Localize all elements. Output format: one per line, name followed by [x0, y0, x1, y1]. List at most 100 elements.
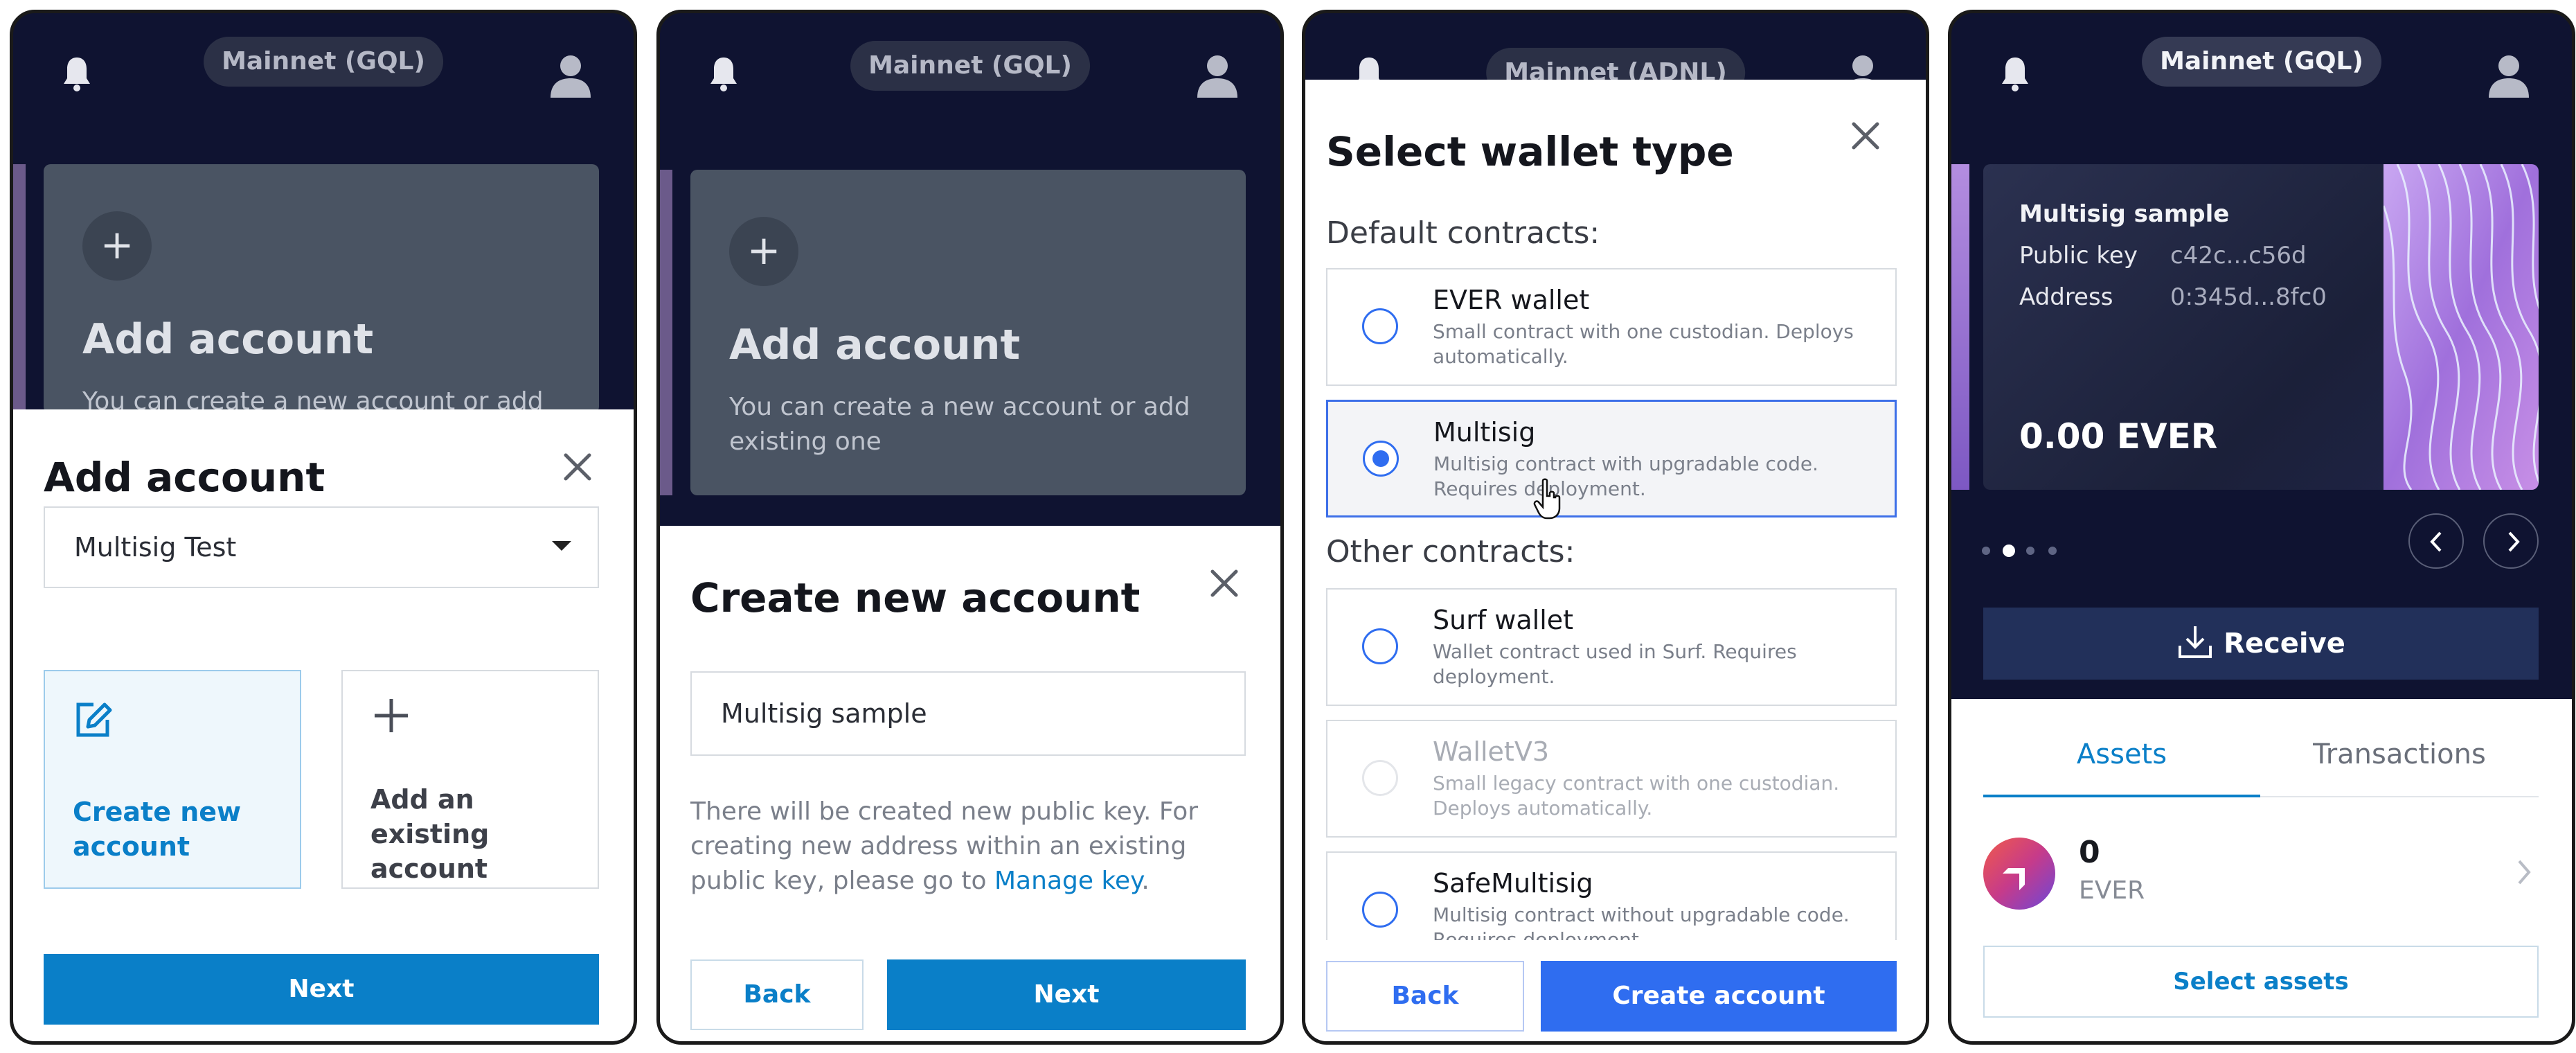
back-button[interactable]: Back — [690, 959, 864, 1030]
close-icon[interactable] — [560, 450, 595, 484]
wallet-option-multisig[interactable]: Multisig Multisig contract with upgradab… — [1326, 400, 1897, 520]
wallet-option-surf[interactable]: Surf wallet Wallet contract used in Surf… — [1326, 588, 1897, 706]
next-button[interactable]: Next — [887, 959, 1246, 1030]
create-account-button[interactable]: Create account — [1541, 961, 1897, 1032]
card-edge — [13, 164, 26, 414]
manage-key-link[interactable]: Manage key — [994, 867, 1141, 895]
wallet-description: Small contract with one custodian. Deplo… — [1433, 320, 1854, 368]
chevron-right-icon — [2518, 860, 2531, 885]
screen-create-account: Mainnet (GQL) + Add account You can crea… — [656, 10, 1284, 1045]
radio-button[interactable] — [1362, 308, 1398, 344]
sheet-title: Create new account — [690, 574, 1141, 621]
radio-button[interactable] — [1362, 892, 1398, 928]
wallet-name: SafeMultisig — [1433, 868, 1593, 899]
tab-transactions[interactable]: Transactions — [2260, 720, 2539, 797]
plus-icon: + — [729, 217, 798, 286]
card-text: You can create a new account or add exis… — [729, 393, 1190, 456]
select-assets-button[interactable]: Select assets — [1983, 946, 2539, 1018]
receive-button[interactable]: Receive — [1983, 608, 2539, 680]
card-edge — [660, 170, 672, 495]
sheet-title: Add account — [44, 454, 325, 501]
chevron-left-icon — [2430, 531, 2442, 552]
radio-button-selected[interactable] — [1363, 441, 1399, 477]
top-bar: Mainnet (GQL) — [660, 13, 1280, 138]
radio-dot — [1372, 450, 1389, 467]
previous-card-edge[interactable] — [1951, 164, 1969, 490]
network-selector[interactable]: Mainnet (GQL) — [2142, 37, 2381, 87]
profile-icon[interactable] — [2487, 53, 2530, 99]
card-artwork — [2383, 164, 2539, 490]
select-wallet-sheet: Select wallet type Default contracts: EV… — [1305, 80, 1926, 1041]
carousel-dot[interactable] — [2026, 547, 2034, 555]
plus-icon — [375, 699, 408, 732]
close-icon[interactable] — [1207, 566, 1242, 601]
screen-add-account: Mainnet (GQL) + Add account You can crea… — [10, 10, 637, 1045]
card-title: Add account — [82, 315, 374, 364]
wallet-name: EVER wallet — [1433, 285, 1590, 315]
add-existing-account-label: Add an existing account — [370, 784, 490, 884]
top-bar: Mainnet (GQL) — [1951, 13, 2572, 138]
close-icon[interactable] — [1848, 118, 1883, 153]
radio-button-disabled — [1362, 760, 1398, 796]
wallet-description: Wallet contract used in Surf. Requires d… — [1433, 640, 1797, 688]
network-selector[interactable]: Mainnet (GQL) — [204, 37, 443, 87]
asset-amount: 0 — [2079, 835, 2100, 870]
profile-icon[interactable] — [549, 53, 592, 99]
carousel-dot[interactable] — [1982, 547, 1990, 555]
create-new-account-option[interactable]: Create new account — [44, 670, 301, 889]
sheet-title: Select wallet type — [1326, 128, 1734, 175]
top-bar: Mainnet (GQL) — [13, 13, 634, 138]
cursor-icon — [1533, 478, 1561, 520]
wallet-description: Multisig contract with upgradable code. … — [1433, 452, 1818, 500]
address-label: Address — [2019, 283, 2113, 311]
balance: 0.00 EVER — [2019, 416, 2218, 457]
add-account-card[interactable]: + Add account You can create a new accou… — [690, 170, 1246, 495]
back-button[interactable]: Back — [1326, 961, 1524, 1032]
wallet-name: Multisig — [1433, 417, 1536, 448]
chevron-down-icon — [552, 541, 571, 551]
next-account-button[interactable] — [2483, 513, 2539, 569]
tab-assets[interactable]: Assets — [1983, 720, 2260, 797]
plus-icon: + — [82, 211, 152, 281]
previous-account-button[interactable] — [2408, 513, 2464, 569]
account-name-input[interactable]: Multisig sample — [690, 671, 1246, 756]
account-name: Multisig sample — [2019, 200, 2230, 228]
network-selector[interactable]: Mainnet (GQL) — [850, 41, 1090, 91]
add-existing-account-option[interactable]: Add an existing account — [341, 670, 599, 889]
address-value[interactable]: 0:345d...8fc0 — [2170, 283, 2327, 311]
wallet-option-ever[interactable]: EVER wallet Small contract with one cust… — [1326, 268, 1897, 386]
wallet-name: Surf wallet — [1433, 605, 1574, 635]
account-select-value: Multisig Test — [74, 532, 237, 563]
screen-wallet-main: Mainnet (GQL) Multisig sample Public key… — [1948, 10, 2575, 1045]
receive-label: Receive — [2224, 628, 2345, 660]
carousel-dot[interactable] — [2048, 547, 2057, 555]
edit-icon — [76, 702, 112, 737]
create-account-sheet: Create new account Multisig sample There… — [660, 526, 1280, 1041]
add-account-sheet: Add account Multisig Test Create new acc… — [13, 409, 634, 1041]
create-new-account-label: Create new account — [73, 797, 242, 862]
public-key-label: Public key — [2019, 242, 2138, 269]
radio-button[interactable] — [1362, 628, 1398, 664]
bell-icon[interactable] — [708, 56, 739, 92]
asset-row[interactable]: 0 EVER — [1983, 817, 2539, 935]
asset-ticker: EVER — [2079, 876, 2145, 905]
default-contracts-label: Default contracts: — [1326, 215, 1600, 251]
ever-logo-icon — [1983, 838, 2055, 910]
wallet-name: WalletV3 — [1433, 736, 1549, 767]
hint-text: There will be created new public key. Fo… — [690, 797, 1199, 895]
public-key-value[interactable]: c42c...c56d — [2170, 242, 2307, 269]
profile-icon[interactable] — [1196, 53, 1239, 99]
next-button[interactable]: Next — [44, 954, 599, 1025]
other-contracts-label: Other contracts: — [1326, 534, 1575, 569]
card-title: Add account — [729, 321, 1021, 369]
bell-icon[interactable] — [62, 56, 92, 92]
carousel-dot-active[interactable] — [2003, 545, 2015, 557]
add-account-card[interactable]: + Add account You can create a new accou… — [44, 164, 599, 414]
account-select[interactable]: Multisig Test — [44, 506, 599, 588]
sheet-footer: Back Create account — [1305, 940, 1926, 1041]
bell-icon[interactable] — [2000, 56, 2030, 92]
download-icon — [2179, 626, 2212, 658]
wallet-description: Small legacy contract with one custodian… — [1433, 772, 1840, 820]
account-card[interactable]: Multisig sample Public key c42c...c56d A… — [1983, 164, 2539, 490]
screen-select-wallet-type: Mainnet (ADNL) Select wallet type Defaul… — [1302, 10, 1929, 1045]
